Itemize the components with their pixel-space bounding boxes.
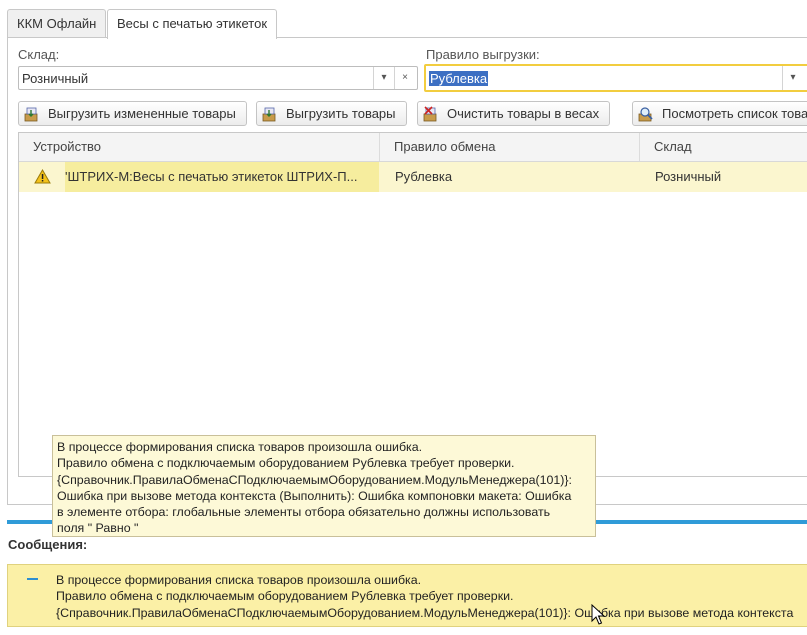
warehouse-label: Склад: (18, 47, 60, 62)
error-tooltip: В процессе формирования списка товаров п… (52, 435, 596, 537)
column-header-warehouse[interactable]: Склад (640, 133, 807, 161)
messages-title: Сообщения: (8, 537, 88, 552)
column-header-exchange-rule[interactable]: Правило обмена (380, 133, 640, 161)
tooltip-line: {Справочник.ПравилаОбменаСПодключаемымОб… (57, 472, 572, 487)
tab-scales-label-printing[interactable]: Весы с печатью этикеток (107, 9, 278, 39)
clear-goods-icon (423, 106, 437, 122)
clear-goods-in-scales-label: Очистить товары в весах (447, 106, 600, 121)
tooltip-line: в элементе отбора: глобальные элементы о… (57, 505, 551, 520)
tab-kkm-offline[interactable]: ККМ Офлайн (7, 9, 107, 37)
message-line: Правило обмена с подключаемым оборудован… (56, 589, 514, 604)
message-line: {Справочник.ПравилаОбменаСПодключаемымОб… (56, 605, 794, 620)
upload-rule-label: Правило выгрузки: (426, 47, 540, 62)
warehouse-cell: Розничный (655, 169, 722, 184)
upload-rule-value: Рублевка (429, 71, 489, 86)
upload-changed-icon (24, 107, 38, 122)
device-cell: 'ШТРИХ-М:Весы с печатью этикеток ШТРИХ-П… (65, 162, 379, 192)
tooltip-line: В процессе формирования списка товаров п… (57, 440, 423, 454)
magnifier-icon (638, 107, 653, 122)
upload-goods-label: Выгрузить товары (286, 106, 396, 121)
clear-icon[interactable]: × (394, 67, 415, 89)
message-collapse-icon[interactable] (27, 578, 38, 580)
view-goods-list-label: Посмотреть список товаров (662, 106, 807, 121)
tooltip-line: поля " Равно " (57, 521, 139, 536)
tooltip-line: Ошибка при вызове метода контекста (Выпо… (57, 488, 572, 503)
upload-rule-field[interactable]: Рублевка ▾ (424, 64, 807, 92)
warehouse-field[interactable]: Розничный ▾ × (18, 66, 418, 90)
message-item[interactable]: В процессе формирования списка товаров п… (7, 564, 807, 627)
upload-changed-goods-button[interactable]: Выгрузить измененные товары (18, 101, 247, 126)
upload-goods-button[interactable]: Выгрузить товары (256, 101, 407, 126)
clear-goods-in-scales-button[interactable]: Очистить товары в весах (417, 101, 610, 126)
warning-icon (34, 169, 51, 184)
view-goods-list-button[interactable]: Посмотреть список товаров (632, 101, 807, 126)
chevron-down-icon[interactable]: ▾ (373, 67, 394, 89)
exchange-rule-cell: Рублевка (395, 169, 453, 184)
message-line: В процессе формирования списка товаров п… (56, 573, 422, 587)
column-header-device[interactable]: Устройство (19, 133, 380, 161)
warehouse-value: Розничный (22, 71, 89, 86)
upload-changed-goods-label: Выгрузить измененные товары (48, 106, 236, 121)
table-row[interactable]: 'ШТРИХ-М:Весы с печатью этикеток ШТРИХ-П… (19, 162, 807, 192)
upload-goods-icon (262, 107, 276, 122)
devices-table[interactable]: Устройство Правило обмена Склад 'ШТРИХ-М… (18, 132, 807, 477)
chevron-down-icon[interactable]: ▾ (782, 66, 803, 90)
tooltip-line: Правило обмена с подключаемым оборудован… (57, 456, 515, 471)
mouse-cursor-icon (591, 604, 605, 625)
table-header: Устройство Правило обмена Склад (19, 133, 807, 162)
